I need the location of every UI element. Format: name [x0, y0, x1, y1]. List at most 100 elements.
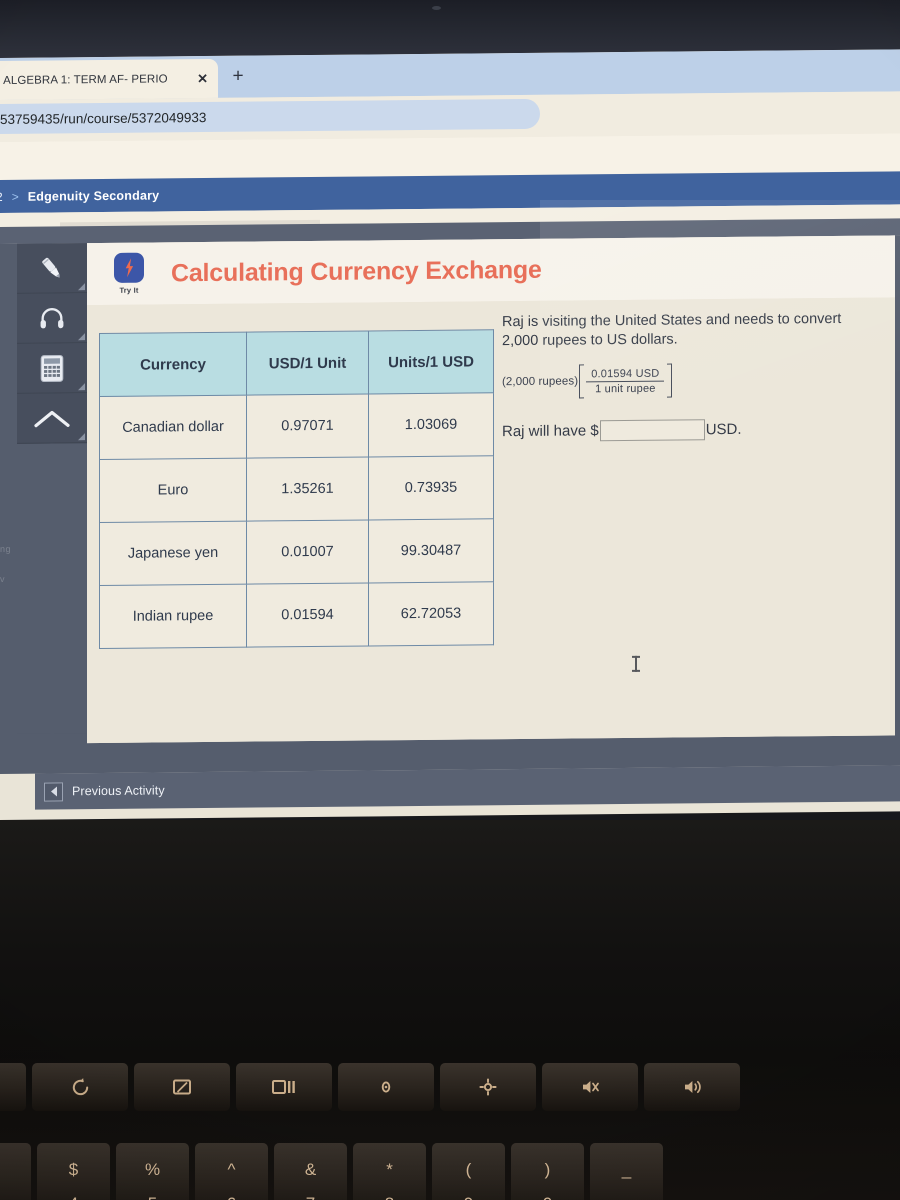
mute-icon	[583, 1081, 599, 1093]
th-units-per-usd: Units/1 USD	[368, 329, 494, 394]
currency-table-wrap: Currency USD/1 Unit Units/1 USD Canadian…	[99, 329, 494, 649]
lesson-card: Try It Calculating Currency Exchange Cur…	[87, 235, 895, 744]
key-mute[interactable]	[542, 1063, 638, 1111]
screen: C ALGEBRA 1: TERM AF- PERIO ✕ + 53759435…	[0, 49, 900, 821]
try-it-badge-group: Try It	[107, 252, 151, 295]
sidebar-item-collapse[interactable]	[17, 393, 87, 444]
overview-icon	[272, 1080, 295, 1094]
key-4[interactable]: $ 4	[37, 1143, 110, 1200]
table-header-row: Currency USD/1 Unit Units/1 USD	[99, 329, 494, 397]
key-5-symbol: %	[144, 1160, 161, 1179]
fraction-denominator: 1 unit rupee	[595, 382, 656, 396]
chromeos-shelf: ⊟ ⊐	[0, 812, 900, 821]
key-brightness-down[interactable]	[338, 1063, 434, 1111]
key-5[interactable]: % 5	[116, 1143, 189, 1200]
cell-currency: Canadian dollar	[99, 395, 247, 460]
lesson-footer: Previous Activity	[35, 765, 900, 810]
key-overview[interactable]	[236, 1063, 332, 1111]
fraction-numerator: 0.01594 USD	[591, 367, 660, 380]
previous-activity-label: Previous Activity	[72, 783, 165, 799]
key-0[interactable]: ) 0	[511, 1143, 584, 1200]
sidebar-item-highlighter[interactable]	[17, 243, 87, 294]
reload-icon	[72, 1077, 88, 1095]
key-6[interactable]: ^ 6	[195, 1143, 268, 1200]
key-8-symbol: *	[386, 1160, 393, 1179]
volume-up-icon	[684, 1080, 701, 1094]
close-icon[interactable]: ✕	[197, 71, 208, 87]
key-6-symbol: ^	[227, 1160, 236, 1179]
key-fullscreen[interactable]	[134, 1063, 230, 1111]
sidebar-item-audio[interactable]	[17, 293, 87, 344]
address-bar[interactable]: 53759435/run/course/5372049933	[0, 98, 540, 135]
conversion-expression: (2,000 rupees) 0.01594 USD 1 unit rupee	[502, 362, 882, 400]
headphones-icon	[40, 307, 64, 328]
browser-tab-title: C ALGEBRA 1: TERM AF- PERIO	[0, 72, 168, 87]
th-usd-per-unit: USD/1 Unit	[246, 330, 369, 396]
url-text: 53759435/run/course/5372049933	[0, 109, 207, 127]
currency-rates-table: Currency USD/1 Unit Units/1 USD Canadian…	[99, 329, 494, 649]
laptop-photo: C ALGEBRA 1: TERM AF- PERIO ✕ + 53759435…	[0, 0, 900, 1200]
breadcrumb-school-name[interactable]: Edgenuity Secondary	[28, 188, 160, 203]
key-minus[interactable]: _ -	[590, 1143, 663, 1200]
key-6-digit: 6	[227, 1194, 236, 1200]
fraction: 0.01594 USD 1 unit rupee	[586, 366, 665, 396]
lesson-app-body: ng v Try It Calculating Currency Exchang…	[0, 235, 900, 774]
key-7-symbol: &	[304, 1160, 317, 1179]
cell-usd-per-unit: 0.97071	[246, 393, 369, 459]
table-row: Canadian dollar 0.97071 1.03069	[99, 392, 494, 460]
previous-activity-button[interactable]: Previous Activity	[44, 781, 165, 802]
key-4-digit: 4	[69, 1194, 78, 1200]
webcam-icon	[432, 6, 441, 10]
browser-tab[interactable]: C ALGEBRA 1: TERM AF- PERIO ✕	[0, 58, 218, 101]
table-row: Euro 1.35261 0.73935	[99, 455, 494, 523]
cell-units-per-usd: 1.03069	[368, 392, 494, 457]
table-row: Indian rupee 0.01594 62.72053	[99, 581, 494, 649]
table-row: Japanese yen 0.01007 99.30487	[99, 518, 494, 586]
screen-bezel-top	[0, 0, 900, 58]
key-7[interactable]: & 7	[274, 1143, 347, 1200]
key-3[interactable]: # 3	[0, 1143, 31, 1200]
key-0-digit: 0	[543, 1194, 552, 1200]
brightness-up-icon	[479, 1078, 497, 1096]
answer-row: Raj will have $ USD.	[502, 418, 882, 443]
new-tab-icon[interactable]: +	[226, 66, 250, 90]
key-minus-digit: -	[624, 1194, 630, 1200]
key-brightness-up[interactable]	[440, 1063, 536, 1111]
arrow-left-icon	[44, 781, 63, 802]
key-reload[interactable]	[32, 1063, 128, 1111]
lesson-header: Try It Calculating Currency Exchange	[87, 235, 895, 306]
cell-usd-per-unit: 0.01007	[246, 519, 369, 585]
key-5-digit: 5	[148, 1194, 157, 1200]
chevron-up-icon	[34, 410, 70, 427]
keyboard-function-row	[0, 1063, 900, 1111]
answer-prefix-label: Raj will have $	[502, 422, 599, 441]
answer-suffix-label: USD.	[705, 421, 742, 439]
key-minus-symbol: _	[621, 1160, 632, 1179]
tool-rail-filler	[17, 443, 87, 734]
key-9[interactable]: ( 9	[432, 1143, 505, 1200]
key-back[interactable]	[0, 1063, 26, 1111]
edge-ghost-text-1: ng	[0, 543, 12, 554]
keyboard: # 3 $ 4 % 5 ^ 6 & 7 * 8	[0, 1055, 900, 1200]
key-9-symbol: (	[465, 1160, 472, 1179]
problem-prompt-line1: Raj is visiting the United States and ne…	[502, 310, 842, 331]
sidebar-item-calculator[interactable]	[17, 343, 87, 394]
answer-input[interactable]	[599, 419, 705, 442]
breadcrumb-level[interactable]: 2	[0, 189, 3, 203]
fullscreen-icon	[173, 1079, 191, 1095]
key-volume-up[interactable]	[644, 1063, 740, 1111]
key-9-digit: 9	[464, 1194, 473, 1200]
keyboard-number-row: # 3 $ 4 % 5 ^ 6 & 7 * 8	[0, 1143, 900, 1200]
cell-units-per-usd: 99.30487	[368, 518, 494, 583]
th-currency: Currency	[99, 332, 247, 397]
word-problem: Raj is visiting the United States and ne…	[502, 310, 882, 443]
problem-prompt-line2: 2,000 rupees to US dollars.	[502, 331, 678, 350]
cell-currency: Japanese yen	[99, 521, 247, 586]
key-8[interactable]: * 8	[353, 1143, 426, 1200]
key-4-symbol: $	[68, 1160, 79, 1179]
cell-currency: Euro	[99, 458, 247, 523]
bracket-right-icon	[667, 363, 673, 398]
key-7-digit: 7	[306, 1194, 315, 1200]
cell-usd-per-unit: 0.01594	[246, 582, 369, 648]
highlighter-icon	[42, 257, 60, 278]
